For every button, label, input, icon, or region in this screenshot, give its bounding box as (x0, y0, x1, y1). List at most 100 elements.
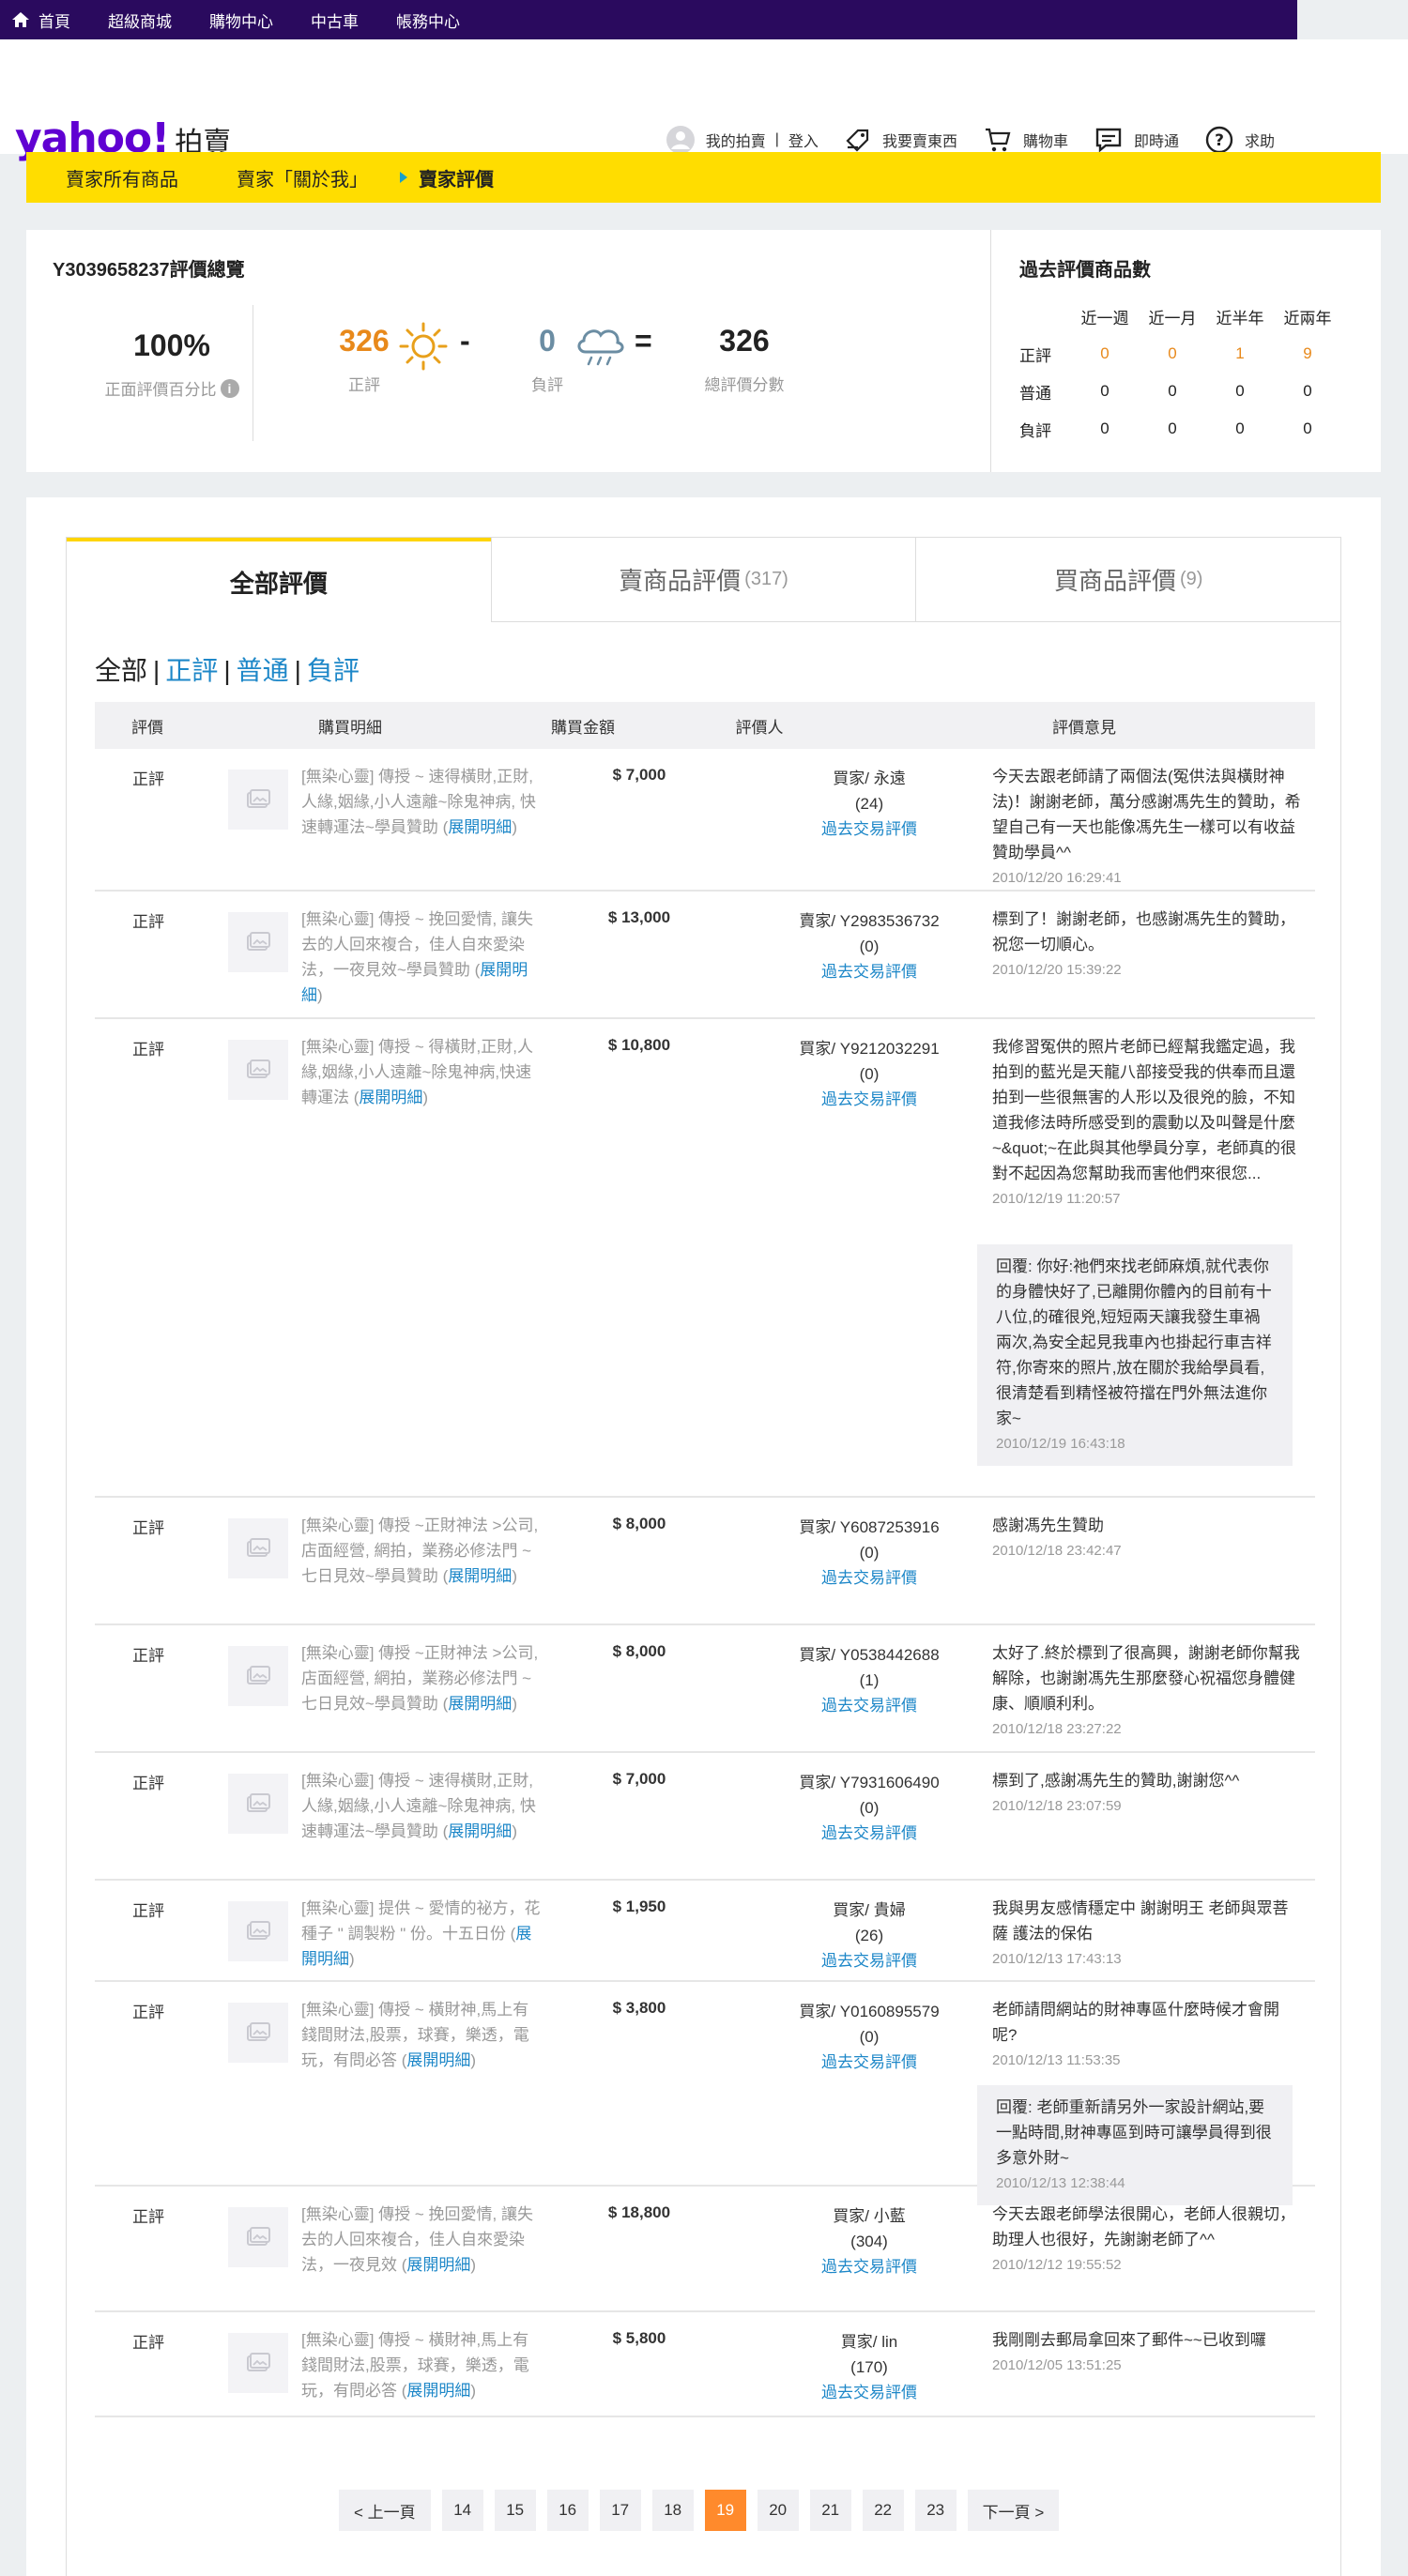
chat-group[interactable]: 即時通 (1094, 127, 1179, 153)
page-button-20[interactable]: 20 (757, 2490, 799, 2531)
purchase-amount: $ 10,800 (607, 1036, 671, 1054)
rater-name[interactable]: 買家/ 小藍 (752, 2203, 987, 2229)
past-ratings-link[interactable]: 過去交易評價 (752, 959, 987, 984)
paren-close: ) (470, 2256, 477, 2274)
login-link[interactable]: 登入 (788, 129, 819, 151)
row-rating: 正評 (132, 1775, 164, 1792)
past-ratings-link[interactable]: 過去交易評價 (752, 2380, 987, 2405)
filter-negative[interactable]: 負評 (307, 656, 360, 685)
rating-comment: 今天去跟老師學法很開心，老師人很親切，助理人也很好，先謝謝老師了^^ 2010/… (992, 2202, 1302, 2278)
my-auction-group: 我的拍賣 | 登入 (666, 126, 819, 154)
table-row: 正評 [無染心靈] 傳授 ~ 橫財神,馬上有錢間財法,股票，球賽，樂透，電玩，有… (95, 1982, 1315, 2205)
topnav-billing[interactable]: 帳務中心 (396, 8, 460, 32)
help-group[interactable]: ? 求助 (1205, 126, 1275, 154)
rater-name[interactable]: 買家/ lin (752, 2329, 987, 2355)
topnav-mall[interactable]: 超級商城 (108, 8, 172, 32)
tab-all-ratings[interactable]: 全部評價 (67, 538, 491, 622)
sell-group[interactable]: 我要賣東西 (845, 127, 957, 153)
history-table: 近一週 近一月 近半年 近兩年 正評 0 0 1 9 普通 0 0 0 0 負評 (1019, 297, 1341, 448)
past-ratings-link[interactable]: 過去交易評價 (752, 1693, 987, 1718)
rater-name[interactable]: 買家/ 永遠 (752, 766, 987, 791)
page-button-14[interactable]: 14 (441, 2490, 483, 2531)
tab-sell-ratings[interactable]: 賣商品評價 (317) (490, 538, 916, 622)
rater-count: (0) (859, 1799, 880, 1817)
pagination: < 上一頁 14 15 16 17 18 19 20 21 22 23 下一頁 > (339, 2490, 1070, 2531)
past-ratings-link[interactable]: 過去交易評價 (752, 1821, 987, 1846)
item-thumbnail[interactable] (228, 2333, 288, 2393)
home-icon (12, 12, 29, 27)
page-button-18[interactable]: 18 (651, 2490, 694, 2531)
item-thumbnail[interactable] (228, 912, 288, 972)
page-button-15[interactable]: 15 (494, 2490, 536, 2531)
item-thumbnail[interactable] (228, 1774, 288, 1834)
page-button-21[interactable]: 21 (809, 2490, 851, 2531)
tab-buy-ratings[interactable]: 買商品評價 (9) (915, 538, 1341, 622)
purchase-amount: $ 18,800 (607, 2203, 671, 2221)
cart-group[interactable]: 購物車 (984, 127, 1068, 153)
comment-timestamp: 2010/12/20 16:29:41 (992, 870, 1122, 886)
expand-details-link[interactable]: 展開明細 (406, 2051, 470, 2069)
past-ratings-link[interactable]: 過去交易評價 (752, 1087, 987, 1112)
page-button-22[interactable]: 22 (862, 2490, 904, 2531)
history-col: 近一月 (1148, 309, 1197, 328)
topnav-home[interactable]: 首頁 (11, 8, 70, 32)
expand-details-link[interactable]: 展開明細 (448, 1695, 512, 1713)
filter-all[interactable]: 全部 (95, 656, 147, 685)
expand-details-link[interactable]: 展開明細 (448, 1822, 512, 1840)
expand-details-link[interactable]: 展開明細 (406, 2382, 470, 2400)
item-thumbnail[interactable] (228, 1040, 288, 1100)
rater-name[interactable]: 買家/ Y0160895579 (752, 1999, 987, 2024)
positive-percent-value: 100% (133, 328, 210, 362)
item-thumbnail[interactable] (228, 770, 288, 830)
paren-close: ) (470, 2051, 477, 2069)
item-thumbnail[interactable] (228, 2207, 288, 2267)
item-description: [無染心靈] 傳授 ~ 橫財神,馬上有錢間財法,股票，球賽，樂透，電玩，有問必答… (301, 2327, 541, 2403)
row-rating: 正評 (132, 2334, 164, 2352)
topnav-shopping[interactable]: 購物中心 (209, 8, 273, 32)
comment-text: 老師請問網站的財神專區什麼時候才會開呢? (992, 2001, 1279, 2044)
past-ratings-link[interactable]: 過去交易評價 (752, 1948, 987, 1974)
sun-icon (399, 322, 448, 371)
breadcrumb-about[interactable]: 賣家「關於我」 (237, 164, 368, 191)
page-button-17[interactable]: 17 (599, 2490, 641, 2531)
rater-count: (170) (850, 2358, 888, 2376)
past-ratings-link[interactable]: 過去交易評價 (752, 2050, 987, 2075)
rater-name[interactable]: 買家/ Y7931606490 (752, 1770, 987, 1795)
my-auction-link[interactable]: 我的拍賣 (706, 129, 766, 151)
positive-percent: 100% 正面評價百分比 i (78, 328, 266, 400)
item-thumbnail[interactable] (228, 1518, 288, 1578)
item-thumbnail[interactable] (228, 2003, 288, 2063)
tab-count: (317) (744, 569, 788, 589)
image-placeholder-icon (247, 789, 270, 808)
past-ratings-link[interactable]: 過去交易評價 (752, 816, 987, 842)
rater-name[interactable]: 買家/ 貴婦 (752, 1898, 987, 1923)
rater-name[interactable]: 買家/ Y9212032291 (752, 1036, 987, 1061)
rater-name[interactable]: 買家/ Y6087253916 (752, 1515, 987, 1540)
past-ratings-link[interactable]: 過去交易評價 (752, 1565, 987, 1591)
next-page-button[interactable]: 下一頁 > (967, 2490, 1060, 2531)
comment-timestamp: 2010/12/05 13:51:25 (992, 2357, 1122, 2373)
past-ratings-link[interactable]: 過去交易評價 (752, 2254, 987, 2279)
page-button-16[interactable]: 16 (546, 2490, 589, 2531)
prev-page-button[interactable]: < 上一頁 (339, 2490, 431, 2531)
item-description: [無染心靈] 傳授 ~ 速得橫財,正財,人緣,姻緣,小人遠離~除鬼神病, 快速轉… (301, 764, 541, 840)
cart-icon (985, 128, 1011, 152)
filter-neutral[interactable]: 普通 (237, 656, 289, 685)
expand-details-link[interactable]: 展開明細 (359, 1089, 422, 1106)
expand-details-link[interactable]: 展開明細 (448, 818, 512, 836)
topnav-used-car[interactable]: 中古車 (311, 8, 359, 32)
item-thumbnail[interactable] (228, 1901, 288, 1961)
expand-details-link[interactable]: 展開明細 (448, 1567, 512, 1585)
paren-close: ) (422, 1089, 429, 1106)
breadcrumb-all-items[interactable]: 賣家所有商品 (66, 164, 178, 191)
comment-timestamp: 2010/12/18 23:27:22 (992, 1721, 1122, 1737)
table-row: 正評 [無染心靈] 傳授 ~正財神法 >公司, 店面經營, 網拍，業務必修法門 … (95, 1625, 1315, 1753)
info-icon[interactable]: i (220, 378, 239, 398)
filter-positive[interactable]: 正評 (165, 656, 218, 685)
rater-name[interactable]: 賣家/ Y2983536732 (752, 908, 987, 934)
expand-details-link[interactable]: 展開明細 (406, 2256, 470, 2274)
item-thumbnail[interactable] (228, 1646, 288, 1706)
page-button-23[interactable]: 23 (914, 2490, 957, 2531)
page-button-19[interactable]: 19 (704, 2490, 746, 2531)
rater-name[interactable]: 買家/ Y0538442688 (752, 1642, 987, 1668)
